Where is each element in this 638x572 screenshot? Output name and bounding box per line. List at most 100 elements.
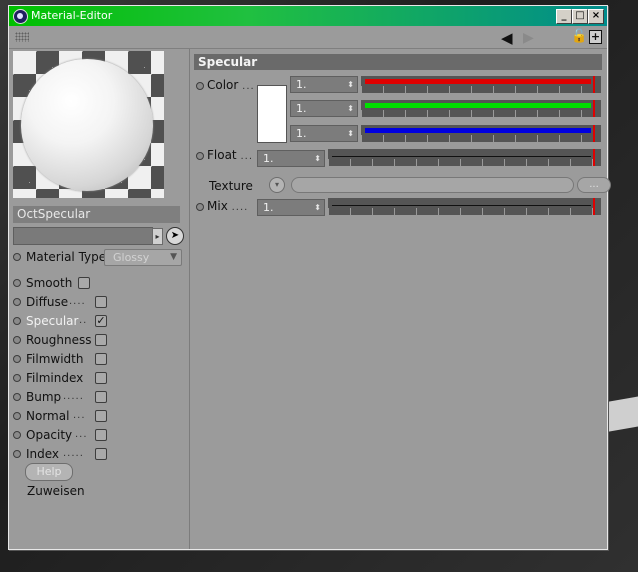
app-icon <box>13 9 28 24</box>
channel-checkbox[interactable]: ✓ <box>95 315 107 327</box>
slider-marker <box>593 100 595 117</box>
channel-checkbox[interactable] <box>95 429 107 441</box>
texture-field[interactable] <box>291 177 574 193</box>
channel-radio[interactable] <box>13 279 21 287</box>
channel-checkbox[interactable] <box>95 448 107 460</box>
channel-checkbox[interactable] <box>95 353 107 365</box>
mix-slider[interactable] <box>328 198 601 215</box>
material-type-radio[interactable] <box>13 253 21 261</box>
texture-browse-button[interactable]: ... <box>577 177 611 193</box>
minimize-button[interactable]: _ <box>556 9 572 24</box>
channel-label: Filmindex <box>26 371 84 385</box>
channel-radio[interactable] <box>13 336 21 344</box>
material-type-dropdown[interactable]: Glossy ▼ <box>104 249 182 266</box>
assign-button[interactable]: Zuweisen <box>27 484 85 498</box>
channel-checkbox[interactable] <box>95 372 107 384</box>
channel-checkbox[interactable] <box>95 391 107 403</box>
float-radio[interactable] <box>196 152 204 160</box>
material-link-arrow-icon[interactable]: ▸ <box>152 228 163 245</box>
slider-marker <box>593 76 595 93</box>
spinner-icon[interactable]: ⬍ <box>347 101 354 116</box>
red-bar <box>365 79 591 84</box>
grip-icon[interactable] <box>15 32 29 42</box>
arrow-right-icon[interactable]: ▶ <box>523 31 534 45</box>
float-value: 1. <box>263 152 274 165</box>
color-swatch[interactable] <box>257 85 287 143</box>
material-type-row: Material Type <box>13 249 106 265</box>
title-bar[interactable]: Material-Editor _ □ × <box>9 6 607 26</box>
slider-ticks <box>361 135 601 142</box>
leader-dots: .... <box>69 296 86 307</box>
channel-row-smooth: Smooth <box>13 275 189 291</box>
channel-radio[interactable] <box>13 298 21 306</box>
color-green-field[interactable]: 1. ⬍ <box>290 100 358 117</box>
color-blue-slider[interactable] <box>361 125 601 142</box>
channel-row-index: Index ..... <box>13 446 189 462</box>
channel-label: Roughness <box>26 333 92 347</box>
material-preview[interactable] <box>13 51 164 198</box>
channel-label: Specular <box>26 314 79 328</box>
spinner-icon[interactable]: ⬍ <box>347 126 354 141</box>
color-blue-value: 1. <box>296 127 307 140</box>
channel-row-bump: Bump ..... <box>13 389 189 405</box>
mix-field[interactable]: 1. ⬍ <box>257 199 325 216</box>
channel-row-roughness: Roughness <box>13 332 189 348</box>
material-name-field[interactable]: OctSpecular <box>13 206 180 223</box>
color-red-value: 1. <box>296 78 307 91</box>
leader-dots: ... <box>240 151 254 162</box>
channel-radio[interactable] <box>13 317 21 325</box>
color-blue-field[interactable]: 1. ⬍ <box>290 125 358 142</box>
window-title: Material-Editor <box>31 9 113 22</box>
maximize-button[interactable]: □ <box>572 9 588 24</box>
left-panel: OctSpecular ▸ ➤ Material Type Glossy ▼ S… <box>9 49 190 549</box>
chevron-down-icon: ▼ <box>170 252 177 262</box>
close-button[interactable]: × <box>588 9 604 24</box>
leader-dots: ... <box>75 429 88 440</box>
material-link-field[interactable] <box>13 227 153 245</box>
leader-dots: .. <box>79 315 88 326</box>
slider-marker <box>593 198 595 215</box>
leader-dots: .... <box>231 202 249 213</box>
help-button[interactable]: Help <box>25 463 73 481</box>
slider-ticks <box>361 86 601 93</box>
channel-radio[interactable] <box>13 431 21 439</box>
picker-icon[interactable]: ➤ <box>166 227 184 245</box>
color-green-value: 1. <box>296 102 307 115</box>
channel-checkbox[interactable] <box>95 334 107 346</box>
channel-checkbox[interactable] <box>95 296 107 308</box>
spinner-icon[interactable]: ⬍ <box>347 77 354 92</box>
channel-row-filmwidth: Filmwidth <box>13 351 189 367</box>
slider-ticks <box>328 208 601 215</box>
color-green-slider[interactable] <box>361 100 601 117</box>
color-radio[interactable] <box>196 82 204 90</box>
preview-sphere <box>21 59 153 191</box>
channel-checkbox[interactable] <box>78 277 90 289</box>
color-red-field[interactable]: 1. ⬍ <box>290 76 358 93</box>
plus-icon[interactable]: + <box>589 30 602 44</box>
spinner-icon[interactable]: ⬍ <box>314 151 321 166</box>
lock-icon[interactable]: 🔓 <box>571 30 587 44</box>
channel-radio[interactable] <box>13 450 21 458</box>
arrow-left-icon[interactable]: ◀ <box>501 31 513 46</box>
channel-label: Index <box>26 447 60 461</box>
channel-radio[interactable] <box>13 412 21 420</box>
channel-radio[interactable] <box>13 393 21 401</box>
channel-radio[interactable] <box>13 374 21 382</box>
float-bar <box>332 156 591 157</box>
leader-dots: ..... <box>63 391 84 402</box>
attributes-panel: Specular Color ... 1. ⬍ 1. ⬍ 1. ⬍ Float … <box>191 49 611 549</box>
mix-radio[interactable] <box>196 203 204 211</box>
spinner-icon[interactable]: ⬍ <box>314 200 321 215</box>
channel-checkbox[interactable] <box>95 410 107 422</box>
slider-marker <box>593 149 595 166</box>
color-red-slider[interactable] <box>361 76 601 93</box>
leader-dots: ... <box>73 410 86 421</box>
channel-label: Bump <box>26 390 62 404</box>
channel-label: Normal <box>26 409 70 423</box>
float-field[interactable]: 1. ⬍ <box>257 150 325 167</box>
mix-label: Mix <box>207 199 228 213</box>
channel-radio[interactable] <box>13 355 21 363</box>
texture-arrow-button[interactable]: ▾ <box>269 177 285 193</box>
float-slider[interactable] <box>328 149 601 166</box>
channel-row-specular: Specular .. ✓ <box>13 313 189 329</box>
